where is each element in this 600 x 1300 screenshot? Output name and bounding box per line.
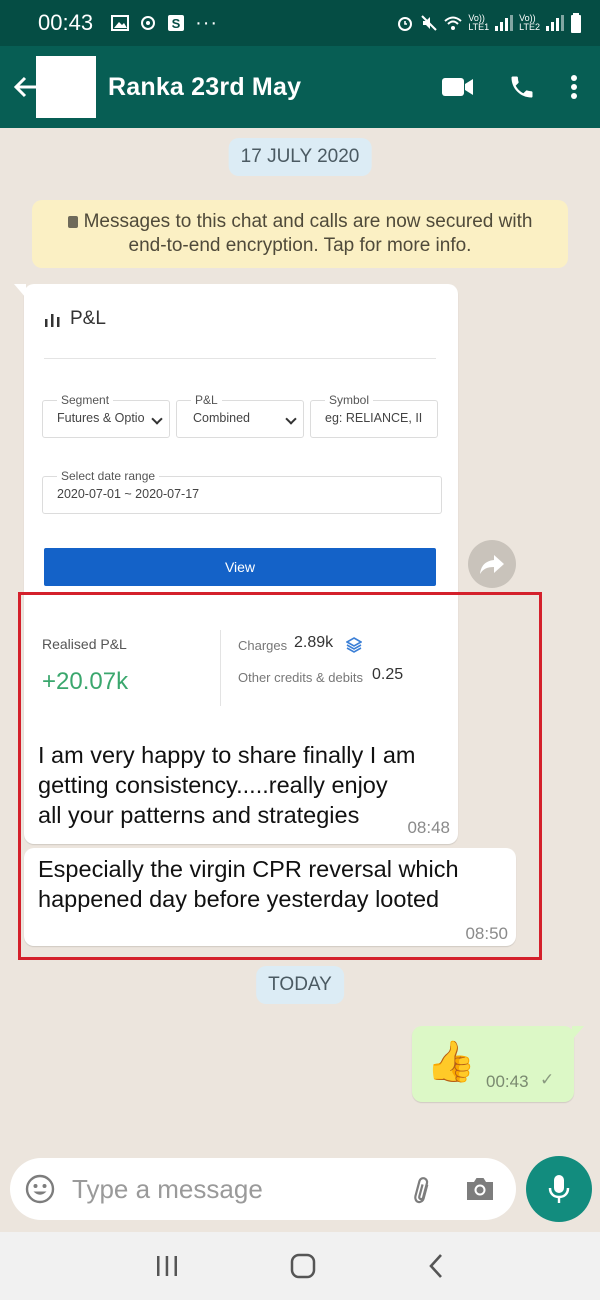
forward-icon (480, 555, 504, 574)
signal-icon-sim2 (546, 15, 564, 31)
forward-button[interactable] (468, 540, 516, 588)
pnl-type-select: P&L Combined (176, 393, 304, 438)
recent-apps-icon[interactable] (155, 1255, 179, 1277)
date-divider: 17 JULY 2020 (228, 138, 372, 176)
message-time: 00:43 (486, 1072, 529, 1091)
date-range-value: 2020-07-01 ~ 2020-07-17 (57, 487, 200, 501)
camera-icon[interactable] (464, 1174, 496, 1204)
date-range-label: Select date range (57, 469, 160, 483)
more-options-icon[interactable] (570, 74, 578, 100)
symbol-placeholder: eg: RELIANCE, II (325, 411, 423, 425)
view-button: View (44, 548, 436, 586)
bubble-tail (14, 284, 26, 298)
video-call-icon[interactable] (442, 76, 474, 98)
lock-icon (67, 216, 78, 228)
sim1-label: Vo)) LTE1 (468, 13, 490, 32)
pnl-type-value: Combined (193, 411, 250, 425)
highlight-box (18, 592, 542, 960)
voice-call-icon[interactable] (508, 73, 536, 101)
home-icon[interactable] (290, 1253, 316, 1279)
chat-header: Ranka 23rd May (0, 46, 600, 128)
encryption-notice[interactable]: Messages to this chat and calls are now … (32, 200, 568, 268)
pnl-title: P&L (70, 308, 106, 329)
message-composer (10, 1158, 516, 1220)
symbol-label: Symbol (325, 393, 374, 407)
status-time: 00:43 (38, 10, 94, 35)
sent-check-icon: ✓ (540, 1070, 555, 1089)
date-divider-today: TODAY (256, 966, 344, 1004)
chevron-down-icon (285, 413, 297, 425)
date-range-field: Select date range 2020-07-01 ~ 2020-07-1… (42, 469, 442, 514)
gallery-notification-icon (111, 15, 130, 31)
wifi-icon (444, 16, 462, 30)
thumbs-up-emoji: 👍 (426, 1040, 476, 1084)
sync-notification-icon (141, 16, 156, 30)
alarm-icon (398, 17, 413, 31)
encryption-text: Messages to this chat and calls are now … (83, 211, 533, 256)
pnl-header: P&L (44, 308, 106, 330)
symbol-field: Symbol eg: RELIANCE, II (310, 393, 438, 438)
contact-name[interactable]: Ranka 23rd May (108, 73, 301, 102)
status-bar: 00:43 S ··· Vo)) LTE1 Vo)) LTE2 (0, 0, 600, 46)
svg-text:S: S (172, 16, 181, 31)
microphone-icon (548, 1175, 570, 1203)
emoji-icon[interactable] (24, 1173, 56, 1205)
s-app-notification-icon: S (168, 15, 185, 31)
battery-icon (571, 13, 581, 33)
more-notifications-icon: ··· (195, 11, 219, 34)
bubble-tail (572, 1026, 584, 1040)
system-nav-bar (0, 1232, 600, 1300)
chat-area[interactable]: 17 JULY 2020 Messages to this chat and c… (0, 128, 600, 1158)
sim2-label: Vo)) LTE2 (519, 13, 540, 32)
chevron-down-icon (151, 413, 163, 425)
nav-back-icon[interactable] (427, 1253, 445, 1279)
signal-icon-sim1 (495, 15, 514, 31)
message-input[interactable] (72, 1173, 372, 1205)
segment-label: Segment (57, 393, 114, 407)
attach-icon[interactable] (404, 1174, 436, 1206)
outgoing-message[interactable]: 👍 00:43 ✓ (412, 1026, 584, 1102)
contact-avatar[interactable] (36, 56, 96, 118)
divider (44, 358, 436, 359)
segment-value: Futures & Optio (57, 411, 145, 425)
bar-chart-icon (45, 314, 60, 327)
pnl-type-label: P&L (191, 393, 222, 407)
segment-select: Segment Futures & Optio (42, 393, 170, 438)
mute-icon (421, 15, 438, 31)
voice-message-button[interactable] (526, 1156, 592, 1222)
